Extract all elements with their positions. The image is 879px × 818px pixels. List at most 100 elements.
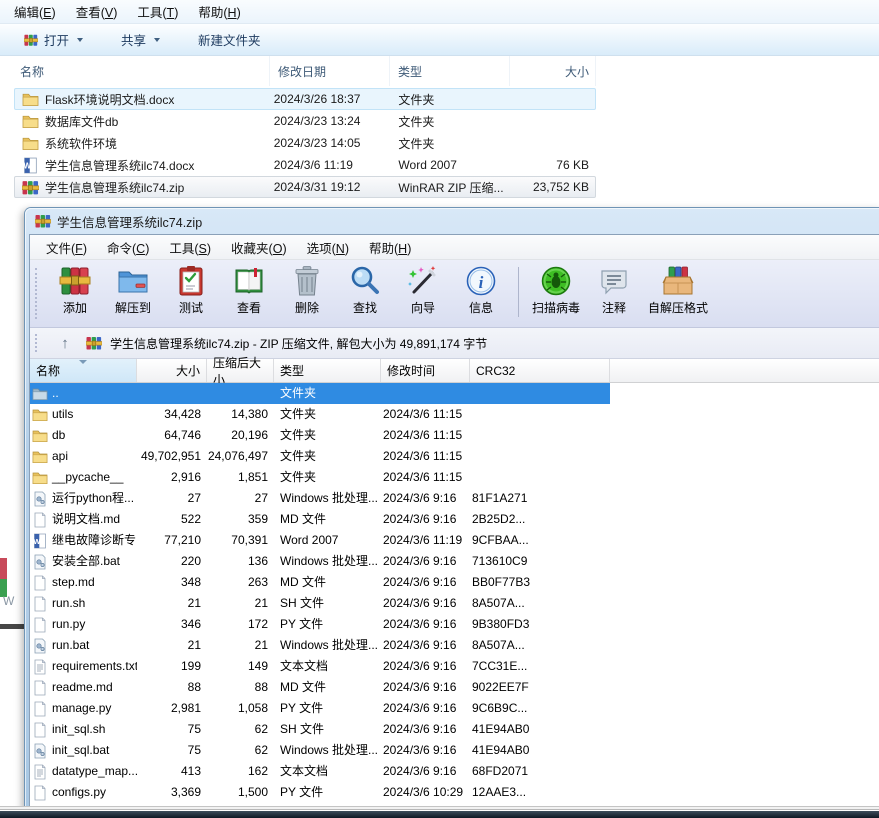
file-icon — [32, 680, 48, 696]
modified-cell: 2024/3/6 9:16 — [383, 764, 457, 778]
size-cell: 220 — [180, 554, 201, 568]
info-button[interactable]: i 信息 — [452, 262, 510, 316]
delete-button[interactable]: 删除 — [278, 262, 336, 316]
name-cell: 说明文档.md — [30, 509, 137, 530]
explorer-file-row[interactable]: Flask环境说明文档.docx 2024/3/26 18:37 文件夹 — [14, 88, 596, 110]
svg-text:W: W — [33, 537, 41, 546]
crc-cell: 9022EE7F — [472, 680, 529, 694]
archive-row[interactable]: step.md 348 263 MD 文件 2024/3/6 9:16 BB0F77B3 — [30, 572, 879, 593]
crc-cell: 41E94AB0 — [472, 743, 530, 757]
archive-row[interactable]: run.sh 21 21 SH 文件 2024/3/6 9:16 8A507A... — [30, 593, 879, 614]
explorer-file-row[interactable]: 系统软件环境 2024/3/23 14:05 文件夹 — [14, 132, 596, 154]
winrar-menu-F[interactable]: 文件(F) — [36, 236, 97, 259]
explorer-menu-V[interactable]: 查看(V) — [66, 0, 128, 23]
column-header-size[interactable]: 大小 — [510, 56, 596, 86]
entry-name: datatype_map.... — [52, 764, 137, 778]
archive-row[interactable]: init_sql.sh 75 62 SH 文件 2024/3/6 9:16 41E94AB… — [30, 719, 879, 740]
archive-row[interactable]: utils 34,428 14,380 文件夹 2024/3/6 11:15 — [30, 404, 879, 425]
extract-button[interactable]: 解压到 — [104, 262, 162, 316]
winrar-menu-S[interactable]: 工具(S) — [159, 236, 221, 259]
file-icon — [32, 701, 48, 717]
archive-row[interactable]: readme.md 88 88 MD 文件 2024/3/6 9:16 9022EE7F — [30, 677, 879, 698]
svg-text:i: i — [479, 273, 484, 292]
file-icon — [32, 596, 48, 612]
archive-row[interactable]: manage.py 2,981 1,058 PY 文件 2024/3/6 9:16 9C6… — [30, 698, 879, 719]
sfx-button[interactable]: 自解压格式 — [643, 262, 713, 316]
explorer-file-row[interactable]: 学生信息管理系统ilc74.zip 2024/3/31 19:12 WinRAR Z… — [14, 176, 596, 198]
column-header-type[interactable]: 类型 — [390, 56, 510, 86]
archive-row[interactable]: datatype_map.... 413 162 文本文档 2024/3/6 9:16 6… — [30, 761, 879, 782]
archive-column-header-1[interactable]: 大小 — [137, 359, 207, 382]
archive-row[interactable]: .. 文件夹 — [30, 383, 610, 404]
explorer-file-list: Flask环境说明文档.docx 2024/3/26 18:37 文件夹 数据库文件d… — [14, 88, 596, 198]
virus-button[interactable]: 扫描病毒 — [527, 262, 585, 316]
archive-column-header-2[interactable]: 压缩后大小 — [207, 356, 274, 387]
column-header-name[interactable]: 名称 — [20, 56, 270, 86]
size-cell: 2,916 — [170, 470, 201, 484]
share-button[interactable]: 共享 — [121, 30, 161, 49]
folder-icon — [32, 407, 48, 423]
explorer-menu-E[interactable]: 编辑(E) — [4, 0, 66, 23]
archive-row[interactable]: api 49,702,951 24,076,497 文件夹 2024/3/6 11:15 — [30, 446, 879, 467]
archive-row[interactable]: configs.py 3,369 1,500 PY 文件 2024/3/6 10:29 1… — [30, 782, 879, 803]
winrar-titlebar[interactable]: 学生信息管理系统ilc74.zip — [25, 208, 879, 234]
explorer-file-row[interactable]: W 学生信息管理系统ilc74.docx 2024/3/6 11:19 Word 20… — [14, 154, 596, 176]
find-icon — [348, 264, 382, 298]
winrar-menu-N[interactable]: 选项(N) — [297, 236, 359, 259]
explorer-file-row[interactable]: 数据库文件db 2024/3/23 13:24 文件夹 — [14, 110, 596, 132]
winrar-menu-C[interactable]: 命令(C) — [97, 236, 159, 259]
file-icon — [32, 512, 48, 528]
archive-column-header-3[interactable]: 类型 — [274, 359, 381, 382]
crc-cell: 9CFBAA... — [472, 533, 529, 547]
name-cell: configs.py — [30, 782, 137, 803]
archive-column-header-4[interactable]: 修改时间 — [381, 359, 470, 382]
new-folder-button[interactable]: 新建文件夹 — [198, 30, 261, 49]
winrar-icon — [35, 213, 51, 229]
size-cell: 88 — [187, 680, 201, 694]
archive-row[interactable]: W 继电故障诊断专... 77,210 70,391 Word 2007 2024/3/6… — [30, 530, 879, 551]
modified-cell: 2024/3/6 9:16 — [383, 722, 457, 736]
wizard-button[interactable]: 向导 — [394, 262, 452, 316]
type-cell: 文件夹 — [280, 428, 317, 442]
archive-row[interactable]: run.bat 21 21 Windows 批处理... 2024/3/6 9:16 8A… — [30, 635, 879, 656]
type-cell: 文本文档 — [280, 659, 329, 673]
winrar-menu-H[interactable]: 帮助(H) — [359, 236, 421, 259]
size-cell — [137, 383, 207, 404]
add-button[interactable]: 添加 — [46, 262, 104, 316]
explorer-menu-T[interactable]: 工具(T) — [127, 0, 188, 23]
archive-column-header-0[interactable]: 名称 — [30, 359, 137, 382]
archive-row[interactable]: 安装全部.bat 220 136 Windows 批处理... 2024/3/6 9:1… — [30, 551, 879, 572]
crc-cell: 9C6B9C... — [472, 701, 528, 715]
modified-cell — [381, 383, 470, 404]
modified-cell: 2024/3/6 9:16 — [383, 701, 457, 715]
archive-row[interactable]: requirements.txt 199 149 文本文档 2024/3/6 9:16 7… — [30, 656, 879, 677]
crc-cell — [470, 404, 610, 425]
archive-path-text[interactable]: 学生信息管理系统ilc74.zip - ZIP 压缩文件, 解包大小为 49,8… — [110, 335, 487, 352]
comment-button[interactable]: 注释 — [585, 262, 643, 316]
name-cell: api — [30, 446, 137, 467]
winrar-menu-O[interactable]: 收藏夹(O) — [221, 236, 297, 259]
archive-row[interactable]: run.py 346 172 PY 文件 2024/3/6 9:16 9B380FD3 — [30, 614, 879, 635]
size-cell: 21 — [187, 638, 201, 652]
archive-row[interactable]: db 64,746 20,196 文件夹 2024/3/6 11:15 — [30, 425, 879, 446]
name-cell: run.sh — [30, 593, 137, 614]
test-button[interactable]: 测试 — [162, 262, 220, 316]
explorer-menu-H[interactable]: 帮助(H) — [188, 0, 250, 23]
archive-column-header-5[interactable]: CRC32 — [470, 359, 610, 382]
open-button[interactable]: 打开 — [24, 30, 84, 49]
info-icon: i — [464, 264, 498, 298]
column-header-date[interactable]: 修改日期 — [270, 56, 390, 86]
modified-cell: 2024/3/6 9:16 — [383, 596, 457, 610]
folder-icon — [32, 449, 48, 465]
entry-name: readme.md — [52, 680, 113, 694]
archive-row[interactable]: 说明文档.md 522 359 MD 文件 2024/3/6 9:16 2B25D2... — [30, 509, 879, 530]
file-icon — [32, 785, 48, 801]
archive-row[interactable]: init_sql.bat 75 62 Windows 批处理... 2024/3/6 9… — [30, 740, 879, 761]
archive-row[interactable]: __pycache__ 2,916 1,851 文件夹 2024/3/6 11:15 — [30, 467, 879, 488]
view-button[interactable]: 查看 — [220, 262, 278, 316]
winrar-window: 学生信息管理系统ilc74.zip 文件(F) 命令(C) 工具(S) 收藏夹(O) 选… — [25, 208, 879, 811]
up-one-level-button[interactable]: ↑ — [52, 332, 78, 354]
archive-row[interactable]: 运行python程... 27 27 Windows 批处理... 2024/3/6 9… — [30, 488, 879, 509]
folder-icon — [32, 470, 48, 486]
find-button[interactable]: 查找 — [336, 262, 394, 316]
